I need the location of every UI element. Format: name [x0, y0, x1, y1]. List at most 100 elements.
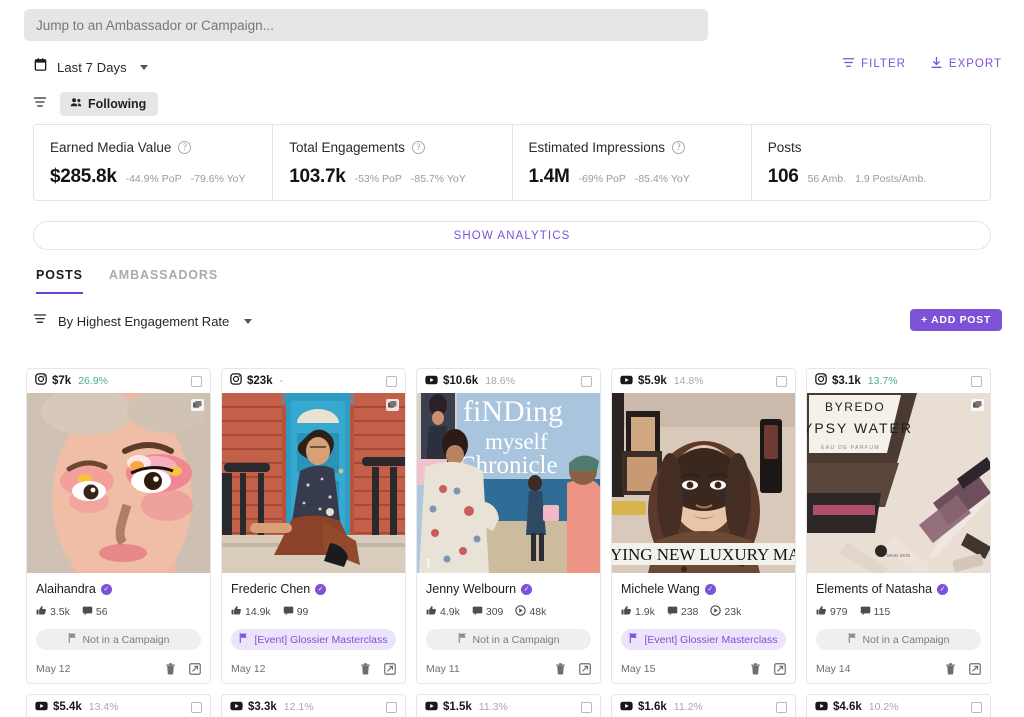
post-stats: 4.9k 309 48k — [426, 605, 591, 619]
filter-button[interactable]: FILTER — [842, 56, 906, 72]
date-range-selector[interactable]: Last 7 Days — [33, 54, 148, 80]
verified-badge-icon: ✓ — [315, 584, 326, 595]
post-select-checkbox[interactable] — [581, 702, 592, 713]
post-card[interactable]: $1.6k 11.2% — [611, 694, 796, 717]
chevron-down-icon[interactable] — [140, 65, 148, 70]
post-thumbnail[interactable]: fiNDing myself Chronicle 1 — [417, 393, 600, 573]
post-engagement-rate: 12.1% — [284, 701, 314, 713]
post-card[interactable]: $3.3k 12.1% — [221, 694, 406, 717]
delete-icon[interactable] — [360, 663, 371, 675]
post-card[interactable]: $10.6k 18.6% fiNDing myself — [416, 368, 601, 684]
comment-icon — [667, 605, 678, 619]
post-select-checkbox[interactable] — [971, 376, 982, 387]
verified-badge-icon: ✓ — [101, 584, 112, 595]
post-select-checkbox[interactable] — [581, 376, 592, 387]
download-icon — [930, 56, 943, 72]
open-external-icon[interactable] — [579, 663, 591, 675]
post-thumbnail[interactable] — [222, 393, 405, 573]
post-card-header: $1.5k 11.3% — [417, 695, 600, 717]
post-campaign-label: [Event] Glossier Masterclass — [644, 634, 777, 646]
post-author-name: Jenny Welbourn — [426, 582, 516, 596]
sort-control[interactable]: By Highest Engagement Rate — [33, 312, 252, 330]
post-author[interactable]: Frederic Chen ✓ — [231, 582, 396, 596]
post-campaign-tag[interactable]: Not in a Campaign — [36, 629, 201, 650]
tab-bar: POSTS AMBASSADORS — [36, 268, 218, 294]
delete-icon[interactable] — [945, 663, 956, 675]
instagram-icon — [230, 372, 242, 390]
delete-icon[interactable] — [555, 663, 566, 675]
chevron-down-icon[interactable] — [244, 319, 252, 324]
info-icon[interactable]: ? — [178, 141, 191, 154]
export-button[interactable]: EXPORT — [930, 56, 1002, 72]
open-external-icon[interactable] — [774, 663, 786, 675]
open-external-icon[interactable] — [189, 663, 201, 675]
post-card[interactable]: $23k - — [221, 368, 406, 684]
multi-image-icon — [191, 399, 204, 411]
post-select-checkbox[interactable] — [191, 702, 202, 713]
info-icon[interactable]: ? — [672, 141, 685, 154]
post-card-body: Elements of Natasha ✓ 979 115 Not in a — [807, 573, 990, 650]
post-card-body: Frederic Chen ✓ 14.9k 99 [Event] Glossi — [222, 573, 405, 650]
post-card-header: $5.9k 14.8% — [612, 369, 795, 393]
post-value: $10.6k — [443, 375, 478, 387]
flag-icon — [629, 633, 638, 646]
tab-posts[interactable]: POSTS — [36, 268, 83, 294]
tab-ambassadors[interactable]: AMBASSADORS — [109, 268, 218, 294]
post-value: $5.9k — [638, 375, 667, 387]
post-engagement-rate: 10.2% — [869, 701, 899, 713]
post-campaign-label: Not in a Campaign — [83, 634, 170, 646]
post-card-header: $1.6k 11.2% — [612, 695, 795, 717]
post-likes: 979 — [816, 605, 848, 619]
post-select-checkbox[interactable] — [776, 702, 787, 713]
add-post-button[interactable]: + ADD POST — [910, 309, 1002, 331]
post-campaign-tag[interactable]: [Event] Glossier Masterclass — [231, 629, 396, 650]
post-thumbnail[interactable]: BYREDO YPSY WATER EAU DE PARFUM — [807, 393, 990, 573]
post-card[interactable]: $4.6k 10.2% — [806, 694, 991, 717]
post-likes: 3.5k — [36, 605, 70, 619]
post-campaign-tag[interactable]: Not in a Campaign — [426, 629, 591, 650]
post-card[interactable]: $1.5k 11.3% — [416, 694, 601, 717]
post-stats: 3.5k 56 — [36, 605, 201, 619]
post-author[interactable]: Jenny Welbourn ✓ — [426, 582, 591, 596]
filter-icon[interactable] — [33, 95, 47, 114]
post-card[interactable]: $7k 26.9% — [26, 368, 211, 684]
post-campaign-tag[interactable]: Not in a Campaign — [816, 629, 981, 650]
post-card[interactable]: $3.1k 13.7% BYREDO YPSY WATER EAU DE PAR… — [806, 368, 991, 684]
post-select-checkbox[interactable] — [776, 376, 787, 387]
metric-card-estimated-impressions: Estimated Impressions ? 1.4M -69% PoP -8… — [512, 124, 752, 201]
show-analytics-button[interactable]: SHOW ANALYTICS — [33, 221, 991, 250]
delete-icon[interactable] — [750, 663, 761, 675]
post-select-checkbox[interactable] — [386, 702, 397, 713]
following-chip[interactable]: Following — [60, 92, 158, 116]
post-thumbnail[interactable] — [27, 393, 210, 573]
open-external-icon[interactable] — [384, 663, 396, 675]
metric-value: 1.4M — [529, 166, 570, 188]
post-engagement-rate: 13.4% — [89, 701, 119, 713]
metric-title-row: Posts — [768, 140, 974, 155]
info-icon[interactable]: ? — [412, 141, 425, 154]
post-engagement-rate: 11.2% — [674, 701, 703, 713]
post-card-header: $7k 26.9% — [27, 369, 210, 393]
delete-icon[interactable] — [165, 663, 176, 675]
search-input[interactable] — [24, 9, 708, 41]
views-icon — [710, 605, 721, 619]
post-author[interactable]: Elements of Natasha ✓ — [816, 582, 981, 596]
post-card[interactable]: $5.9k 14.8% — [611, 368, 796, 684]
post-author[interactable]: Michele Wang ✓ — [621, 582, 786, 596]
open-external-icon[interactable] — [969, 663, 981, 675]
post-comments: 115 — [860, 605, 891, 619]
metric-pop: -69% PoP — [579, 173, 626, 185]
post-thumbnail[interactable]: YING NEW LUXURY MAKE — [612, 393, 795, 573]
post-select-checkbox[interactable] — [191, 376, 202, 387]
post-author[interactable]: Alaihandra ✓ — [36, 582, 201, 596]
post-select-checkbox[interactable] — [386, 376, 397, 387]
post-campaign-tag[interactable]: [Event] Glossier Masterclass — [621, 629, 786, 650]
post-author-name: Frederic Chen — [231, 582, 310, 596]
comment-icon — [860, 605, 871, 619]
post-card-footer: May 11 — [417, 656, 600, 683]
post-card[interactable]: $5.4k 13.4% — [26, 694, 211, 717]
sort-label: By Highest Engagement Rate — [58, 314, 229, 329]
metric-card-earned-media-value: Earned Media Value ? $285.8k -44.9% PoP … — [33, 124, 273, 201]
post-engagement-rate: 11.3% — [479, 701, 508, 713]
post-select-checkbox[interactable] — [971, 702, 982, 713]
